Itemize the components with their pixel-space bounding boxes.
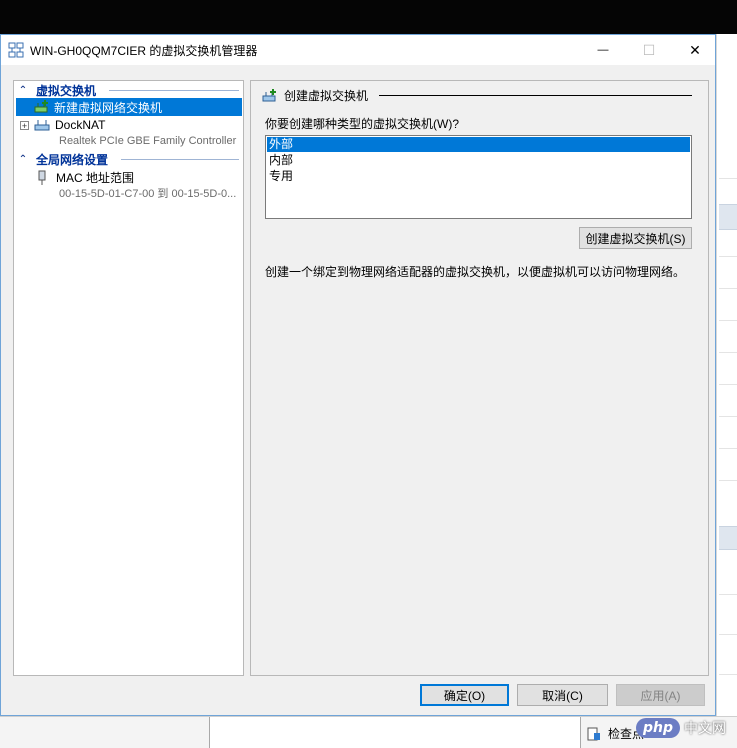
switch-type-description: 创建一个绑定到物理网络适配器的虚拟交换机，以便虚拟机可以访问物理网络。 (265, 265, 686, 279)
switch-type-listbox[interactable]: 外部 内部 专用 (265, 135, 692, 219)
expand-icon: + (20, 120, 29, 131)
collapse-chevron-icon: ⌃ (18, 84, 28, 96)
switch-type-option[interactable]: 专用 (267, 169, 690, 184)
collapse-chevron-icon: ⌃ (18, 153, 28, 165)
switch-type-option[interactable]: 内部 (267, 153, 690, 168)
virtual-switch-manager-window: WIN-GH0QQM7CIER 的虚拟交换机管理器 — ☐ ✕ ⌃ 虚拟交换机 … (0, 34, 716, 716)
site-watermark: php 中文网 (636, 712, 736, 744)
section-virtual-switches[interactable]: ⌃ 虚拟交换机 (16, 82, 96, 98)
close-icon: ✕ (689, 41, 701, 58)
switch-docknat-item[interactable]: + DockNAT (20, 118, 105, 132)
section-global-network[interactable]: ⌃ 全局网络设置 (16, 151, 108, 167)
desktop-strip (0, 0, 737, 34)
checkpoint-icon (587, 727, 600, 740)
maximize-button[interactable]: ☐ (626, 35, 672, 65)
heading-label: 创建虚拟交换机 (284, 89, 369, 103)
ok-button[interactable]: 确定(O) (420, 684, 509, 706)
switch-type-option[interactable]: 外部 (267, 137, 690, 152)
window-title: WIN-GH0QQM7CIER 的虚拟交换机管理器 (30, 44, 258, 58)
switch-name: DockNAT (55, 118, 106, 132)
maximize-icon: ☐ (642, 41, 656, 58)
section-label: 全局网络设置 (36, 152, 109, 167)
navigation-pane: ⌃ 虚拟交换机 新建虚拟网络交换机 + DockNAT Realtek PCIe… (13, 80, 244, 676)
switch-manager-icon (8, 42, 24, 58)
watermark-logo: php (636, 718, 681, 738)
add-switch-icon (262, 88, 276, 101)
new-switch-label: 新建虚拟网络交换机 (54, 100, 163, 115)
title-bar[interactable]: WIN-GH0QQM7CIER 的虚拟交换机管理器 — ☐ ✕ (1, 35, 715, 65)
background-app-panel (716, 34, 737, 747)
apply-button[interactable]: 应用(A) (616, 684, 705, 706)
watermark-text: 中文网 (684, 720, 727, 736)
section-divider (109, 90, 239, 91)
create-switch-heading: 创建虚拟交换机 (262, 87, 368, 104)
content-pane: 创建虚拟交换机 你要创建哪种类型的虚拟交换机(W)? 外部 内部 专用 创建虚拟… (250, 80, 709, 676)
mac-range-item[interactable]: MAC 地址范围 (36, 169, 134, 186)
mac-range-text: 00-15-5D-01-C7-00 到 00-15-5D-0... (59, 188, 237, 200)
section-label: 虚拟交换机 (36, 83, 97, 98)
network-plug-icon (38, 170, 46, 185)
minimize-button[interactable]: — (580, 35, 626, 65)
create-virtual-switch-button[interactable]: 创建虚拟交换机(S) (579, 227, 692, 249)
mac-label: MAC 地址范围 (56, 171, 135, 185)
section-divider (121, 159, 239, 160)
network-switch-icon (34, 120, 50, 131)
cancel-button[interactable]: 取消(C) (517, 684, 608, 706)
switch-adapter-text: Realtek PCIe GBE Family Controller (59, 135, 237, 147)
switch-type-question: 你要创建哪种类型的虚拟交换机(W)? (265, 117, 459, 131)
background-app-bottom: 检查点 (0, 716, 737, 748)
minimize-icon: — (597, 44, 609, 56)
add-switch-icon (34, 100, 48, 113)
heading-divider (379, 95, 692, 96)
close-button[interactable]: ✕ (672, 35, 718, 65)
new-virtual-switch-item[interactable]: 新建虚拟网络交换机 (16, 98, 242, 116)
